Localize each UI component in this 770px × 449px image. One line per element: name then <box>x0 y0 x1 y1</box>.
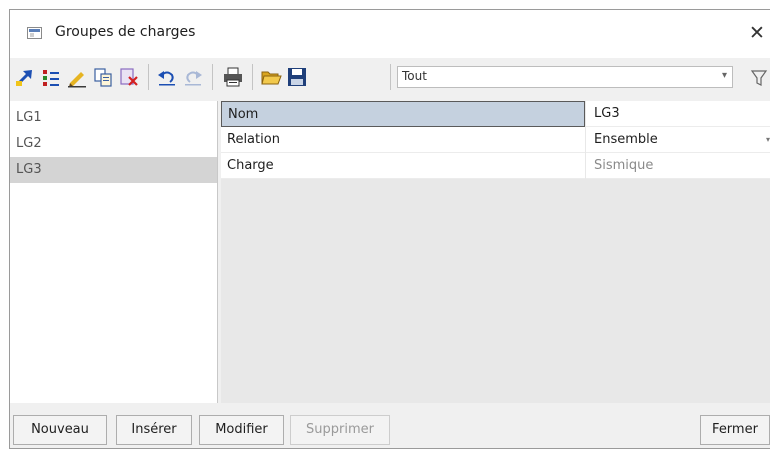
list-item[interactable]: LG1 <box>10 105 217 131</box>
toolbar-separator <box>212 64 213 90</box>
arrow-new-icon[interactable] <box>14 66 36 88</box>
property-value-dropdown[interactable]: Ensemble ▾ <box>586 127 770 153</box>
toolbar: Tout ▾ <box>10 58 770 100</box>
toolbar-separator <box>390 64 391 90</box>
property-value-readonly: Sismique <box>586 153 770 179</box>
property-value-field[interactable]: LG3 <box>586 101 770 127</box>
close-window-button[interactable]: ✕ <box>744 20 770 46</box>
load-group-list: LG1 LG2 LG3 <box>10 101 218 403</box>
delete-icon[interactable] <box>118 66 140 88</box>
toolbar-separator <box>148 64 149 90</box>
load-groups-dialog: Groupes de charges ✕ Tout ▾ LG1 LG2 LG3 … <box>9 9 770 449</box>
save-icon[interactable] <box>286 66 308 88</box>
list-item[interactable]: LG2 <box>10 131 217 157</box>
pencil-icon[interactable] <box>66 66 88 88</box>
split-icon[interactable] <box>40 66 62 88</box>
window-title: Groupes de charges <box>55 24 196 40</box>
filter-selected-value: Tout <box>402 69 427 83</box>
property-label: Relation <box>221 127 585 153</box>
app-window-icon <box>27 27 42 39</box>
print-icon[interactable] <box>222 66 244 88</box>
filter-dropdown[interactable]: Tout ▾ <box>397 66 733 88</box>
list-item-selected[interactable]: LG3 <box>10 157 217 183</box>
title-bar: Groupes de charges ✕ <box>10 10 770 58</box>
filter-funnel-icon[interactable] <box>750 68 768 88</box>
property-value-text: Ensemble <box>594 132 658 147</box>
property-row-charge[interactable]: Charge Sismique <box>221 153 770 179</box>
undo-icon[interactable] <box>156 66 178 88</box>
property-label: Nom <box>221 101 585 127</box>
chevron-down-icon: ▾ <box>721 70 727 81</box>
toolbar-separator <box>252 64 253 90</box>
chevron-down-icon[interactable]: ▾ <box>766 127 770 153</box>
property-grid: Nom LG3 Relation Ensemble ▾ Charge Sismi… <box>221 101 770 403</box>
redo-icon <box>185 71 202 86</box>
copy-icon[interactable] <box>92 66 114 88</box>
open-folder-icon[interactable] <box>260 66 282 88</box>
property-label: Charge <box>221 153 585 179</box>
property-row-name[interactable]: Nom LG3 <box>221 101 770 127</box>
property-row-relation[interactable]: Relation Ensemble ▾ <box>221 127 770 153</box>
